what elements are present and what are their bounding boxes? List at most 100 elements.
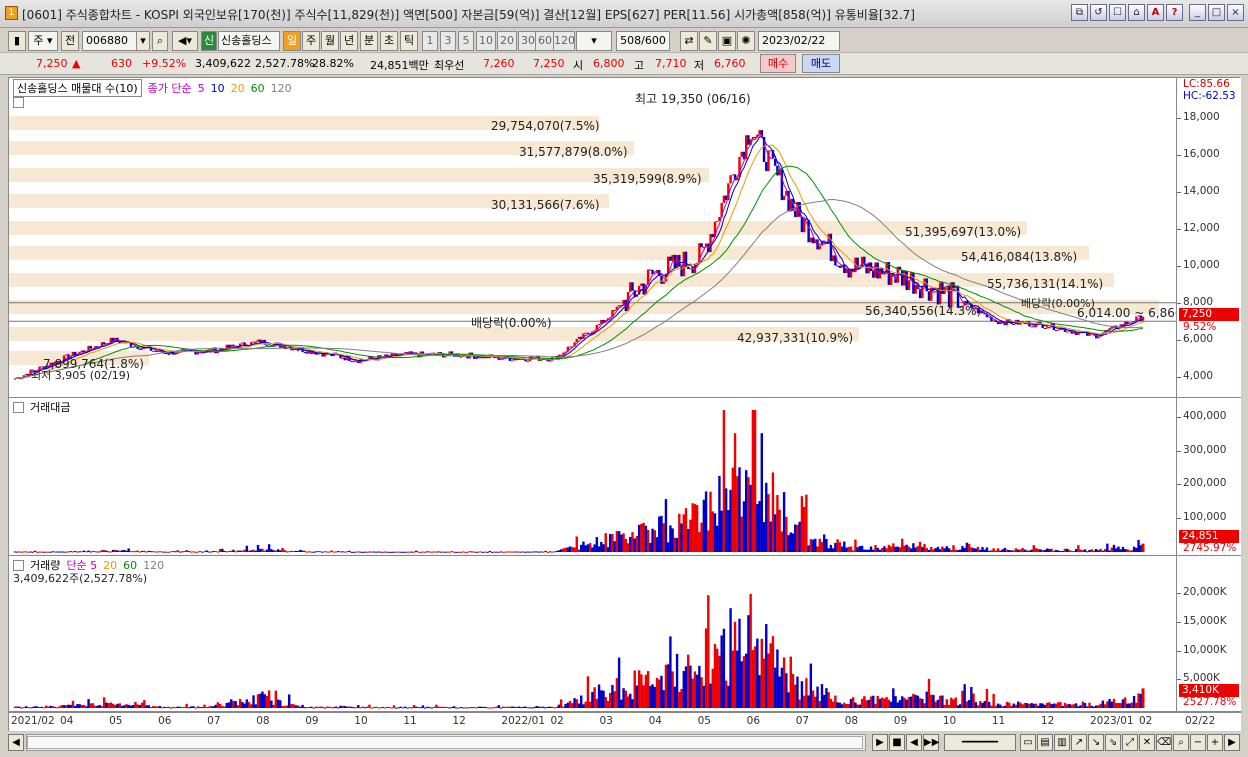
tab-tick[interactable]: 틱 xyxy=(400,31,418,51)
volume-plot[interactable]: 거래량 단순 5 20 60 120 3,409,622주(2,527.78%) xyxy=(9,556,1177,711)
amount-plot[interactable]: 거래대금 xyxy=(9,398,1177,555)
volume-bar xyxy=(227,550,231,552)
interval-20[interactable]: 20 xyxy=(497,31,517,51)
minimize-button[interactable]: _ xyxy=(1189,4,1206,21)
tab-minute[interactable]: 분 xyxy=(360,31,378,51)
zoom-search-icon[interactable]: ⌕ xyxy=(1173,734,1189,751)
tab-yearly[interactable]: 년 xyxy=(340,31,358,51)
speaker-icon[interactable]: ◀▾ xyxy=(172,31,198,51)
layout2-icon[interactable]: ▤ xyxy=(1037,734,1053,751)
interval-120[interactable]: 120 xyxy=(553,31,575,51)
prev-button[interactable]: 전 xyxy=(61,31,79,51)
volume-bar xyxy=(704,491,708,552)
fast-forward-icon[interactable]: ▶▶ xyxy=(923,734,939,751)
current-price: 7,250 xyxy=(36,57,68,70)
draw-ray-icon[interactable]: ↘ xyxy=(1088,734,1104,751)
amount-panel[interactable]: 거래대금 400,000 300,000 200,000 100,000 24,851… xyxy=(9,398,1241,556)
candle xyxy=(577,336,581,339)
font-icon[interactable]: A xyxy=(1147,4,1164,21)
axis-tick-label: 100,000 xyxy=(1183,511,1227,524)
volume-bar xyxy=(1128,550,1131,552)
volume-bar xyxy=(477,551,480,553)
candle xyxy=(649,269,652,271)
volume-bar xyxy=(118,703,121,708)
scroll-thumb[interactable] xyxy=(27,736,863,749)
erase-icon[interactable]: ✕ xyxy=(1139,734,1155,751)
volume-bar xyxy=(840,704,844,708)
price-plot[interactable]: 신송홀딩스 매물대 수(10) 종가 단순 5 10 20 60 120 최고 … xyxy=(9,78,1177,397)
interval-5[interactable]: 5 xyxy=(458,31,474,51)
volume-bar xyxy=(354,707,358,709)
draw-trend-icon[interactable]: ⤢ xyxy=(1122,734,1138,751)
volume-panel[interactable]: 거래량 단순 5 20 60 120 3,409,622주(2,527.78%)… xyxy=(9,556,1241,712)
link-icon[interactable]: ⧉ xyxy=(1071,4,1088,21)
close-button[interactable]: × xyxy=(1227,4,1244,21)
volume-bar xyxy=(252,549,255,552)
stock-name[interactable]: 신송홀딩스 xyxy=(218,31,280,51)
market-select[interactable]: 주 ▾ xyxy=(28,31,58,51)
candle xyxy=(1043,327,1047,329)
volume-bar xyxy=(604,533,607,552)
volume-bar xyxy=(292,704,295,708)
volume-bar xyxy=(818,538,821,552)
tab-daily[interactable]: 일 xyxy=(283,31,301,51)
refresh-icon[interactable]: ↺ xyxy=(1090,4,1107,21)
play-icon[interactable]: ▶ xyxy=(872,734,888,751)
tab-monthly[interactable]: 월 xyxy=(321,31,339,51)
tab-weekly[interactable]: 주 xyxy=(302,31,320,51)
scroll-left-icon[interactable]: ◀ xyxy=(8,734,24,751)
copy-icon[interactable]: ☐ xyxy=(1109,4,1126,21)
interval-3[interactable]: 3 xyxy=(440,31,456,51)
zoom-out-icon[interactable]: − xyxy=(1190,734,1206,751)
volume-bar xyxy=(992,548,995,552)
tab-second[interactable]: 초 xyxy=(380,31,398,51)
price-panel[interactable]: 신송홀딩스 매물대 수(10) 종가 단순 5 10 20 60 120 최고 … xyxy=(9,78,1241,398)
scroll-right-icon[interactable]: ▶ xyxy=(1224,734,1240,751)
zoom-slider[interactable]: ━━━━━━ xyxy=(944,734,1016,751)
volume-bar xyxy=(178,551,182,553)
interval-60[interactable]: 60 xyxy=(535,31,555,51)
volume-bar xyxy=(606,701,610,708)
layout-icon[interactable]: ▭ xyxy=(1020,734,1036,751)
candle xyxy=(631,282,634,291)
zoom-in-icon[interactable]: + xyxy=(1207,734,1223,751)
chart-menu-icon[interactable]: ▮ xyxy=(8,31,26,51)
draw-arrow-icon[interactable]: ⇘ xyxy=(1105,734,1121,751)
count-field[interactable]: 508/600 xyxy=(616,31,670,51)
settings-icon[interactable]: ⌂ xyxy=(1128,4,1145,21)
volume-bar xyxy=(392,551,396,553)
panel-toggle-icon[interactable] xyxy=(13,559,24,571)
stop-icon[interactable]: ■ xyxy=(889,734,905,751)
date-input[interactable]: 2023/02/22 ▦ xyxy=(758,31,840,65)
panel-toggle-icon[interactable] xyxy=(13,401,24,413)
save-icon[interactable]: ▣ xyxy=(718,31,736,51)
volume-bar xyxy=(274,690,278,708)
x-axis-label: 02 xyxy=(1139,715,1153,727)
search-icon[interactable]: ⌕ xyxy=(152,31,168,51)
eraser-icon[interactable]: ⌫ xyxy=(1156,734,1172,751)
chevron-down-icon[interactable]: ▾ xyxy=(136,31,150,51)
draw-line-icon[interactable]: ↗ xyxy=(1071,734,1087,751)
layout3-icon[interactable]: ▥ xyxy=(1054,734,1070,751)
interval-10[interactable]: 10 xyxy=(476,31,496,51)
interval-1[interactable]: 1 xyxy=(422,31,438,51)
volume-bar xyxy=(731,467,735,552)
maximize-button[interactable]: □ xyxy=(1208,4,1225,21)
play-prev-icon[interactable]: ◀ xyxy=(906,734,922,751)
sell-button[interactable]: 매도 xyxy=(802,54,840,73)
chart-area[interactable]: 신송홀딩스 매물대 수(10) 종가 단순 5 10 20 60 120 최고 … xyxy=(8,77,1241,731)
volume-bar xyxy=(947,704,951,708)
volume-bar xyxy=(785,516,788,552)
buy-button[interactable]: 매수 xyxy=(760,54,796,73)
volume-bar xyxy=(455,551,458,553)
grid-toggle-icon[interactable] xyxy=(13,97,24,108)
gear-icon[interactable]: ✺ xyxy=(737,31,755,51)
tools-icon[interactable]: ✎ xyxy=(699,31,717,51)
volume-bar xyxy=(740,661,743,708)
help-icon[interactable]: ? xyxy=(1166,4,1183,21)
horizontal-scrollbar[interactable] xyxy=(26,734,866,751)
volume-profile-legend[interactable]: 신송홀딩스 매물대 수(10) xyxy=(13,79,142,97)
volume-bar xyxy=(736,650,739,708)
interval-input[interactable]: ▾ xyxy=(576,31,612,51)
swap-icon[interactable]: ⇄ xyxy=(680,31,698,51)
